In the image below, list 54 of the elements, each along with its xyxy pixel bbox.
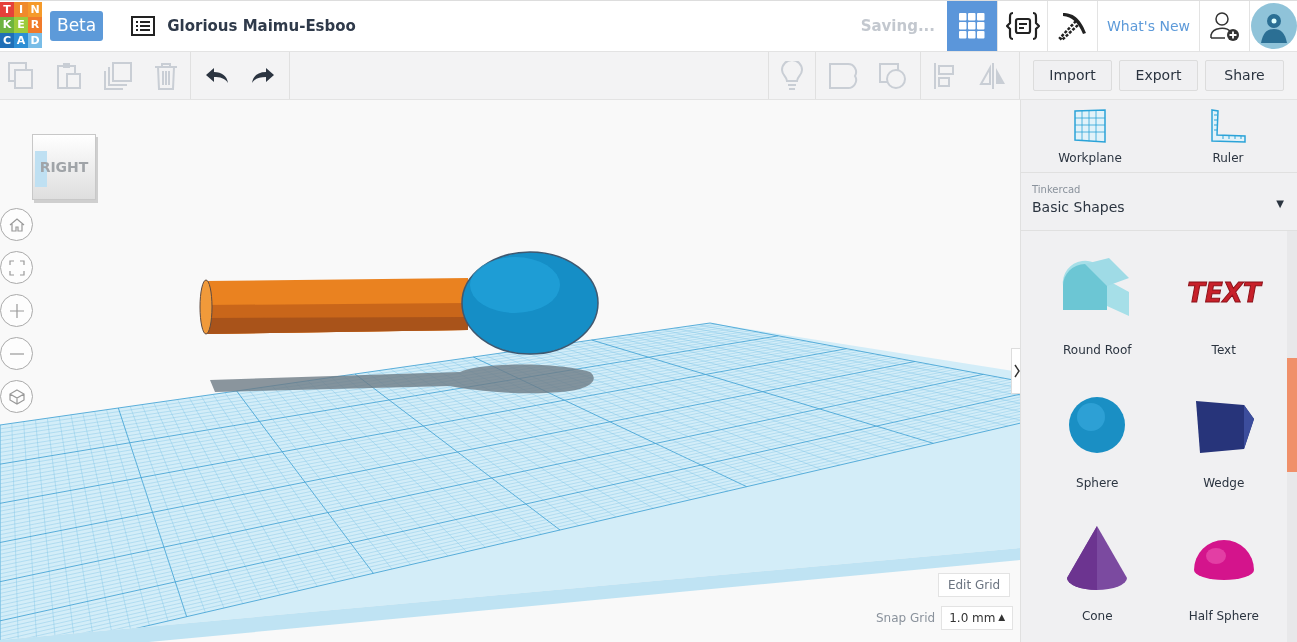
shape-tile[interactable]: Round Roof xyxy=(1034,244,1161,377)
shape-tile[interactable]: Sphere xyxy=(1034,377,1161,510)
toolbar-button[interactable]: Export xyxy=(1119,60,1198,91)
mirror-icon[interactable] xyxy=(979,61,1007,90)
snap-grid-label: Snap Grid xyxy=(876,610,936,627)
grid-icon xyxy=(959,13,985,39)
shape-tile[interactable]: Wedge xyxy=(1160,377,1287,510)
copy-icon[interactable] xyxy=(8,61,34,90)
group-shape-icon[interactable] xyxy=(828,61,858,90)
perspective-button[interactable] xyxy=(0,380,33,413)
toolbar-button[interactable]: Import xyxy=(1033,60,1112,91)
shape-library-dropdown[interactable]: Tinkercad Basic Shapes ▼ xyxy=(1021,173,1297,231)
toolbar-button[interactable]: Share xyxy=(1205,60,1284,91)
ellipsoid-shape[interactable] xyxy=(461,251,599,355)
fit-view-button[interactable] xyxy=(0,251,33,284)
ungroup-shape-icon[interactable] xyxy=(878,61,908,90)
pickaxe-icon xyxy=(1056,10,1089,42)
zoom-out-button[interactable] xyxy=(0,337,33,370)
list-icon[interactable] xyxy=(131,16,156,36)
text-shape-icon: TEXT xyxy=(1181,256,1266,326)
shape-tile[interactable]: Half Sphere xyxy=(1160,510,1287,642)
workplane-tool[interactable]: Workplane xyxy=(1021,100,1159,172)
redo-icon[interactable] xyxy=(251,66,275,85)
snap-grid-dropdown[interactable]: 1.0 mm ▲ xyxy=(941,606,1014,630)
home-view-button[interactable] xyxy=(0,208,33,241)
shape-tile[interactable]: TEXT Text xyxy=(1160,244,1287,377)
avatar[interactable] xyxy=(1250,3,1297,49)
beta-badge: Beta xyxy=(50,11,104,41)
cylinder-shape[interactable] xyxy=(199,278,468,335)
align-icon[interactable] xyxy=(933,61,955,90)
home-icon xyxy=(8,217,25,232)
code-blocks-icon xyxy=(1005,11,1040,41)
sidebar-toggle[interactable] xyxy=(1011,348,1020,394)
ruler-tool[interactable]: Ruler xyxy=(1159,100,1297,172)
undo-icon[interactable] xyxy=(205,66,229,85)
paste-icon[interactable] xyxy=(56,61,82,90)
chevron-right-icon xyxy=(1014,364,1020,378)
zoom-in-button[interactable] xyxy=(0,294,33,327)
save-status: Saving... xyxy=(860,15,935,37)
scrollbar[interactable] xyxy=(1287,231,1297,642)
workplane-icon xyxy=(1073,109,1107,143)
plus-icon xyxy=(8,302,25,319)
ruler-icon xyxy=(1210,109,1246,143)
minus-icon xyxy=(8,352,25,355)
design-title[interactable]: Glorious Maimu-Esboo xyxy=(167,14,356,38)
logo[interactable]: T I N K E R C A D xyxy=(0,2,42,48)
edit-grid-button[interactable]: Edit Grid xyxy=(938,573,1010,597)
trash-icon[interactable] xyxy=(154,61,178,90)
lightbulb-icon[interactable] xyxy=(781,60,803,91)
shape-tile[interactable]: Cone xyxy=(1034,510,1161,642)
cube-icon xyxy=(8,388,25,405)
duplicate-icon[interactable] xyxy=(104,61,132,90)
user-add-icon xyxy=(1208,10,1241,42)
fit-view-icon xyxy=(8,259,25,276)
